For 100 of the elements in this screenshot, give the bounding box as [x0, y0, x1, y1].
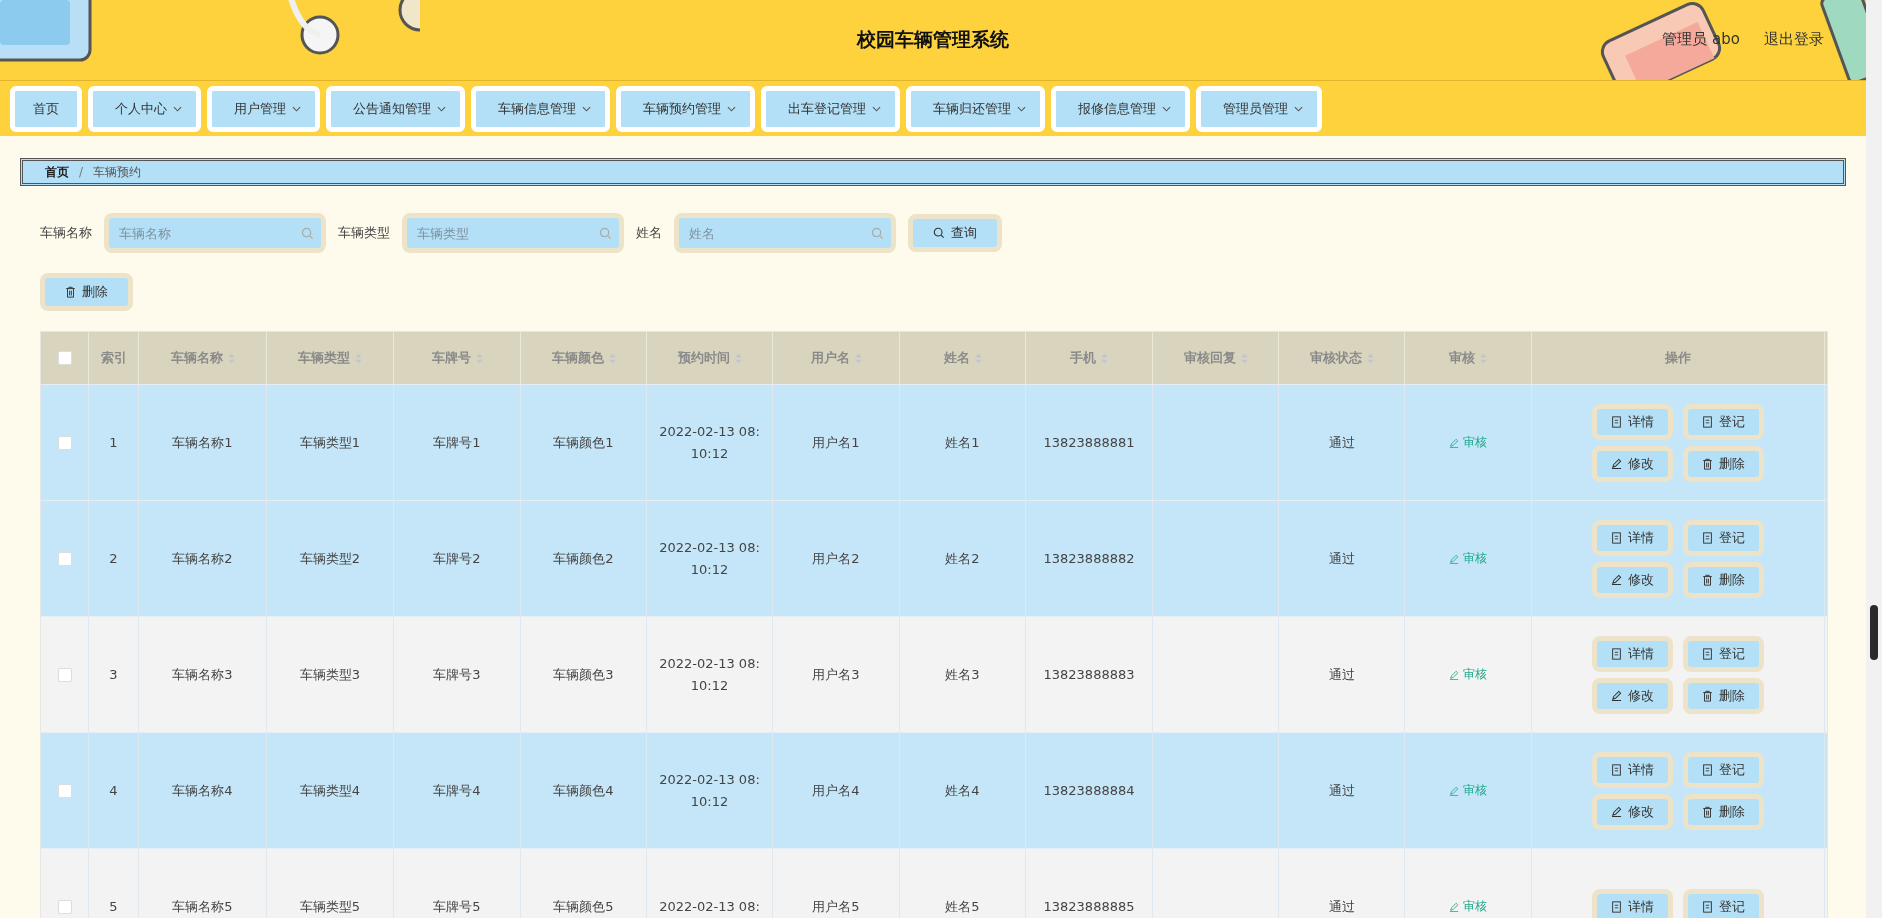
document-icon — [1611, 647, 1622, 660]
table-cell-text: 车辆类型5 — [299, 897, 361, 916]
table-cell-text: 车辆颜色5 — [553, 897, 614, 916]
column-header: 手机 — [1070, 349, 1096, 367]
row-action-button[interactable]: 详情 — [1592, 403, 1673, 440]
table-cell-text: 2 — [109, 549, 118, 568]
document-icon — [1611, 763, 1622, 776]
row-action-button[interactable]: 修改 — [1592, 561, 1673, 598]
nav-menu-item[interactable]: 用户管理 — [207, 86, 320, 132]
breadcrumb-link[interactable]: 车辆预约 — [93, 163, 142, 181]
row-action-button[interactable]: 登记 — [1683, 888, 1764, 918]
scrollbar[interactable] — [1866, 0, 1882, 918]
row-action-button[interactable]: 修改 — [1592, 677, 1673, 714]
table-cell-text: 用户名1 — [812, 433, 860, 452]
pencil-icon — [1611, 458, 1622, 469]
document-icon — [1611, 900, 1622, 913]
row-action-button[interactable]: 登记 — [1683, 519, 1764, 556]
row-action-button[interactable]: 详情 — [1592, 751, 1673, 788]
nav-menu-item[interactable]: 车辆预约管理 — [616, 86, 755, 132]
sort-icon[interactable] — [1480, 352, 1487, 364]
sort-icon[interactable] — [355, 352, 362, 364]
table-cell-text: 车辆名称3 — [172, 665, 233, 684]
search-button[interactable]: 查询 — [908, 214, 1002, 252]
table-cell-text: 姓名5 — [945, 897, 980, 916]
table-row[interactable]: 3 车辆名称3 车辆类型3 车牌号3 车辆颜色3 2022-02-13 08: 10:12 用户名3 姓名3 13823888883 通过 审核 详情 登记 修改 删除 — [41, 616, 1827, 732]
trash-icon — [1702, 457, 1713, 470]
checkbox[interactable] — [57, 783, 72, 798]
table-cell-text: 用户名5 — [812, 897, 860, 916]
row-action-button[interactable]: 删除 — [1683, 445, 1764, 482]
column-header: 审核回复 — [1183, 349, 1236, 367]
search-field[interactable]: 车辆类型 — [402, 213, 624, 253]
sort-icon[interactable] — [1240, 352, 1248, 364]
breadcrumb-link[interactable]: 首页 — [45, 163, 69, 181]
nav-menu-item[interactable]: 报修信息管理 — [1051, 86, 1190, 132]
table-cell-text: 2022-02-13 08: 10:12 — [659, 422, 760, 463]
table-cell-text: 车辆颜色2 — [553, 549, 614, 568]
table-row[interactable]: 2 车辆名称2 车辆类型2 车牌号2 车辆颜色2 2022-02-13 08: 10:12 用户名2 姓名2 13823888882 通过 审核 详情 登记 修改 删除 — [41, 500, 1827, 616]
checkbox[interactable] — [57, 551, 72, 566]
nav-menu-item[interactable]: 车辆归还管理 — [906, 86, 1045, 132]
table-cell-text: 车辆名称2 — [172, 549, 233, 568]
nav-menu-item[interactable]: 首页 — [10, 86, 82, 132]
checkbox[interactable] — [57, 351, 72, 365]
column-header: 预约时间 — [677, 349, 730, 367]
nav-menu-item[interactable]: 个人中心 — [88, 86, 201, 132]
sort-icon[interactable] — [734, 352, 742, 364]
pencil-icon — [1449, 553, 1459, 564]
table-row[interactable]: 4 车辆名称4 车辆类型4 车牌号4 车辆颜色4 2022-02-13 08: 10:12 用户名4 姓名4 13823888884 通过 审核 详情 登记 修改 删除 — [41, 732, 1827, 848]
row-action-button[interactable]: 删除 — [1683, 677, 1764, 714]
logout-link[interactable]: 退出登录 — [1764, 30, 1824, 49]
sort-icon[interactable] — [475, 352, 483, 364]
checkbox[interactable] — [57, 899, 72, 914]
nav-menu-item[interactable]: 管理员管理 — [1196, 86, 1322, 132]
column-header: 车辆颜色 — [551, 349, 604, 367]
scrollbar-thumb[interactable] — [1870, 605, 1878, 660]
row-action-button[interactable]: 修改 — [1592, 793, 1673, 830]
row-action-button[interactable]: 详情 — [1592, 519, 1673, 556]
table-cell-text: 13823888883 — [1043, 665, 1135, 684]
checkbox[interactable] — [57, 667, 72, 682]
table-cell-text: 姓名4 — [945, 781, 980, 800]
sort-icon[interactable] — [1366, 352, 1374, 364]
sort-icon[interactable] — [1101, 352, 1108, 364]
search-field[interactable]: 车辆名称 — [104, 213, 326, 253]
row-action-button[interactable]: 详情 — [1592, 888, 1673, 918]
row-action-button[interactable]: 详情 — [1592, 635, 1673, 672]
table-cell-text: 姓名2 — [945, 549, 980, 568]
nav-menu-item[interactable]: 公告通知管理 — [326, 86, 465, 132]
column-header: 车牌号 — [431, 349, 471, 367]
table-cell-text: 用户名3 — [812, 665, 860, 684]
search-field[interactable]: 姓名 — [674, 213, 896, 253]
filter-label: 车辆类型 — [338, 224, 390, 242]
row-action-button[interactable]: 登记 — [1683, 635, 1764, 672]
column-header: 操作 — [1665, 349, 1691, 367]
sort-icon[interactable] — [854, 352, 862, 364]
sort-icon[interactable] — [608, 352, 616, 364]
nav-menu-item[interactable]: 出车登记管理 — [761, 86, 900, 132]
table-cell-text: 姓名3 — [945, 665, 980, 684]
search-icon — [871, 227, 884, 240]
row-action-button[interactable]: 删除 — [1683, 561, 1764, 598]
sort-icon[interactable] — [227, 352, 235, 364]
table-cell-text: 5 — [109, 897, 118, 916]
delete-button[interactable]: 删除 — [40, 273, 133, 311]
table-row[interactable]: 1 车辆名称1 车辆类型1 车牌号1 车辆颜色1 2022-02-13 08: 10:12 用户名1 姓名1 13823888881 通过 审核 详情 登记 修改 删除 — [41, 384, 1827, 500]
table-cell-text: 4 — [109, 781, 118, 800]
row-action-button[interactable]: 登记 — [1683, 751, 1764, 788]
document-icon — [1702, 647, 1713, 660]
column-header: 索引 — [100, 349, 127, 367]
row-action-button[interactable]: 删除 — [1683, 793, 1764, 830]
table-cell-text: 13823888882 — [1043, 549, 1135, 568]
table-cell-text: 车辆类型1 — [299, 433, 361, 452]
sort-icon[interactable] — [974, 352, 982, 364]
table-cell-text: 2022-02-13 08: 10:12 — [659, 770, 760, 811]
table-cell-text: 姓名1 — [945, 433, 980, 452]
row-action-button[interactable]: 修改 — [1592, 445, 1673, 482]
row-action-button[interactable]: 登记 — [1683, 403, 1764, 440]
table-cell-text: 车牌号2 — [433, 549, 481, 568]
table-row[interactable]: 5 车辆名称5 车辆类型5 车牌号5 车辆颜色5 2022-02-13 08: 用户名5 姓名5 13823888885 通过 审核 详情 登记 — [41, 848, 1827, 918]
pencil-icon — [1611, 806, 1622, 817]
checkbox[interactable] — [57, 435, 72, 450]
filter-label: 车辆名称 — [40, 224, 92, 242]
nav-menu-item[interactable]: 车辆信息管理 — [471, 86, 610, 132]
